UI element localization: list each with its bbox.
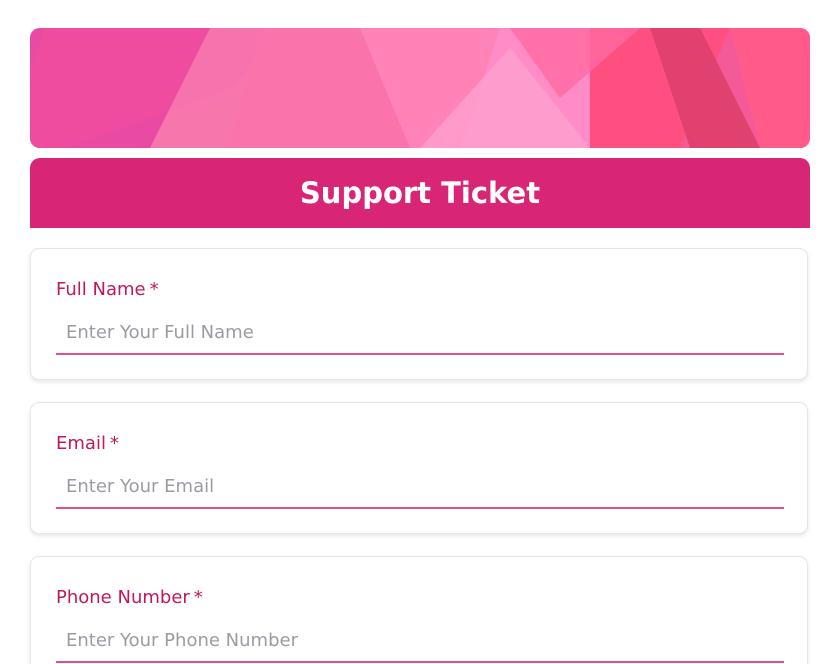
required-mark: * bbox=[193, 587, 203, 608]
phone-number-label-text: Phone Number bbox=[56, 587, 190, 608]
phone-number-label: Phone Number * bbox=[56, 587, 203, 608]
email-label: Email * bbox=[56, 433, 119, 454]
full-name-input[interactable] bbox=[56, 311, 784, 355]
full-name-label-text: Full Name bbox=[56, 279, 146, 300]
phone-number-card: Phone Number * bbox=[30, 556, 808, 664]
phone-number-input[interactable] bbox=[56, 619, 784, 663]
full-name-label: Full Name * bbox=[56, 279, 159, 300]
support-ticket-page: Support Ticket Full Name* Email* Phone N… bbox=[0, 0, 838, 664]
email-card: Email * bbox=[30, 402, 808, 534]
required-mark: * bbox=[109, 433, 119, 454]
full-name-card: Full Name * bbox=[30, 248, 808, 380]
email-label-text: Email bbox=[56, 433, 106, 454]
email-input[interactable] bbox=[56, 465, 784, 509]
required-mark: * bbox=[149, 279, 159, 300]
header-banner-image bbox=[30, 28, 810, 148]
form-title: Support Ticket bbox=[299, 176, 541, 210]
form-title-bar: Support Ticket bbox=[30, 158, 810, 228]
